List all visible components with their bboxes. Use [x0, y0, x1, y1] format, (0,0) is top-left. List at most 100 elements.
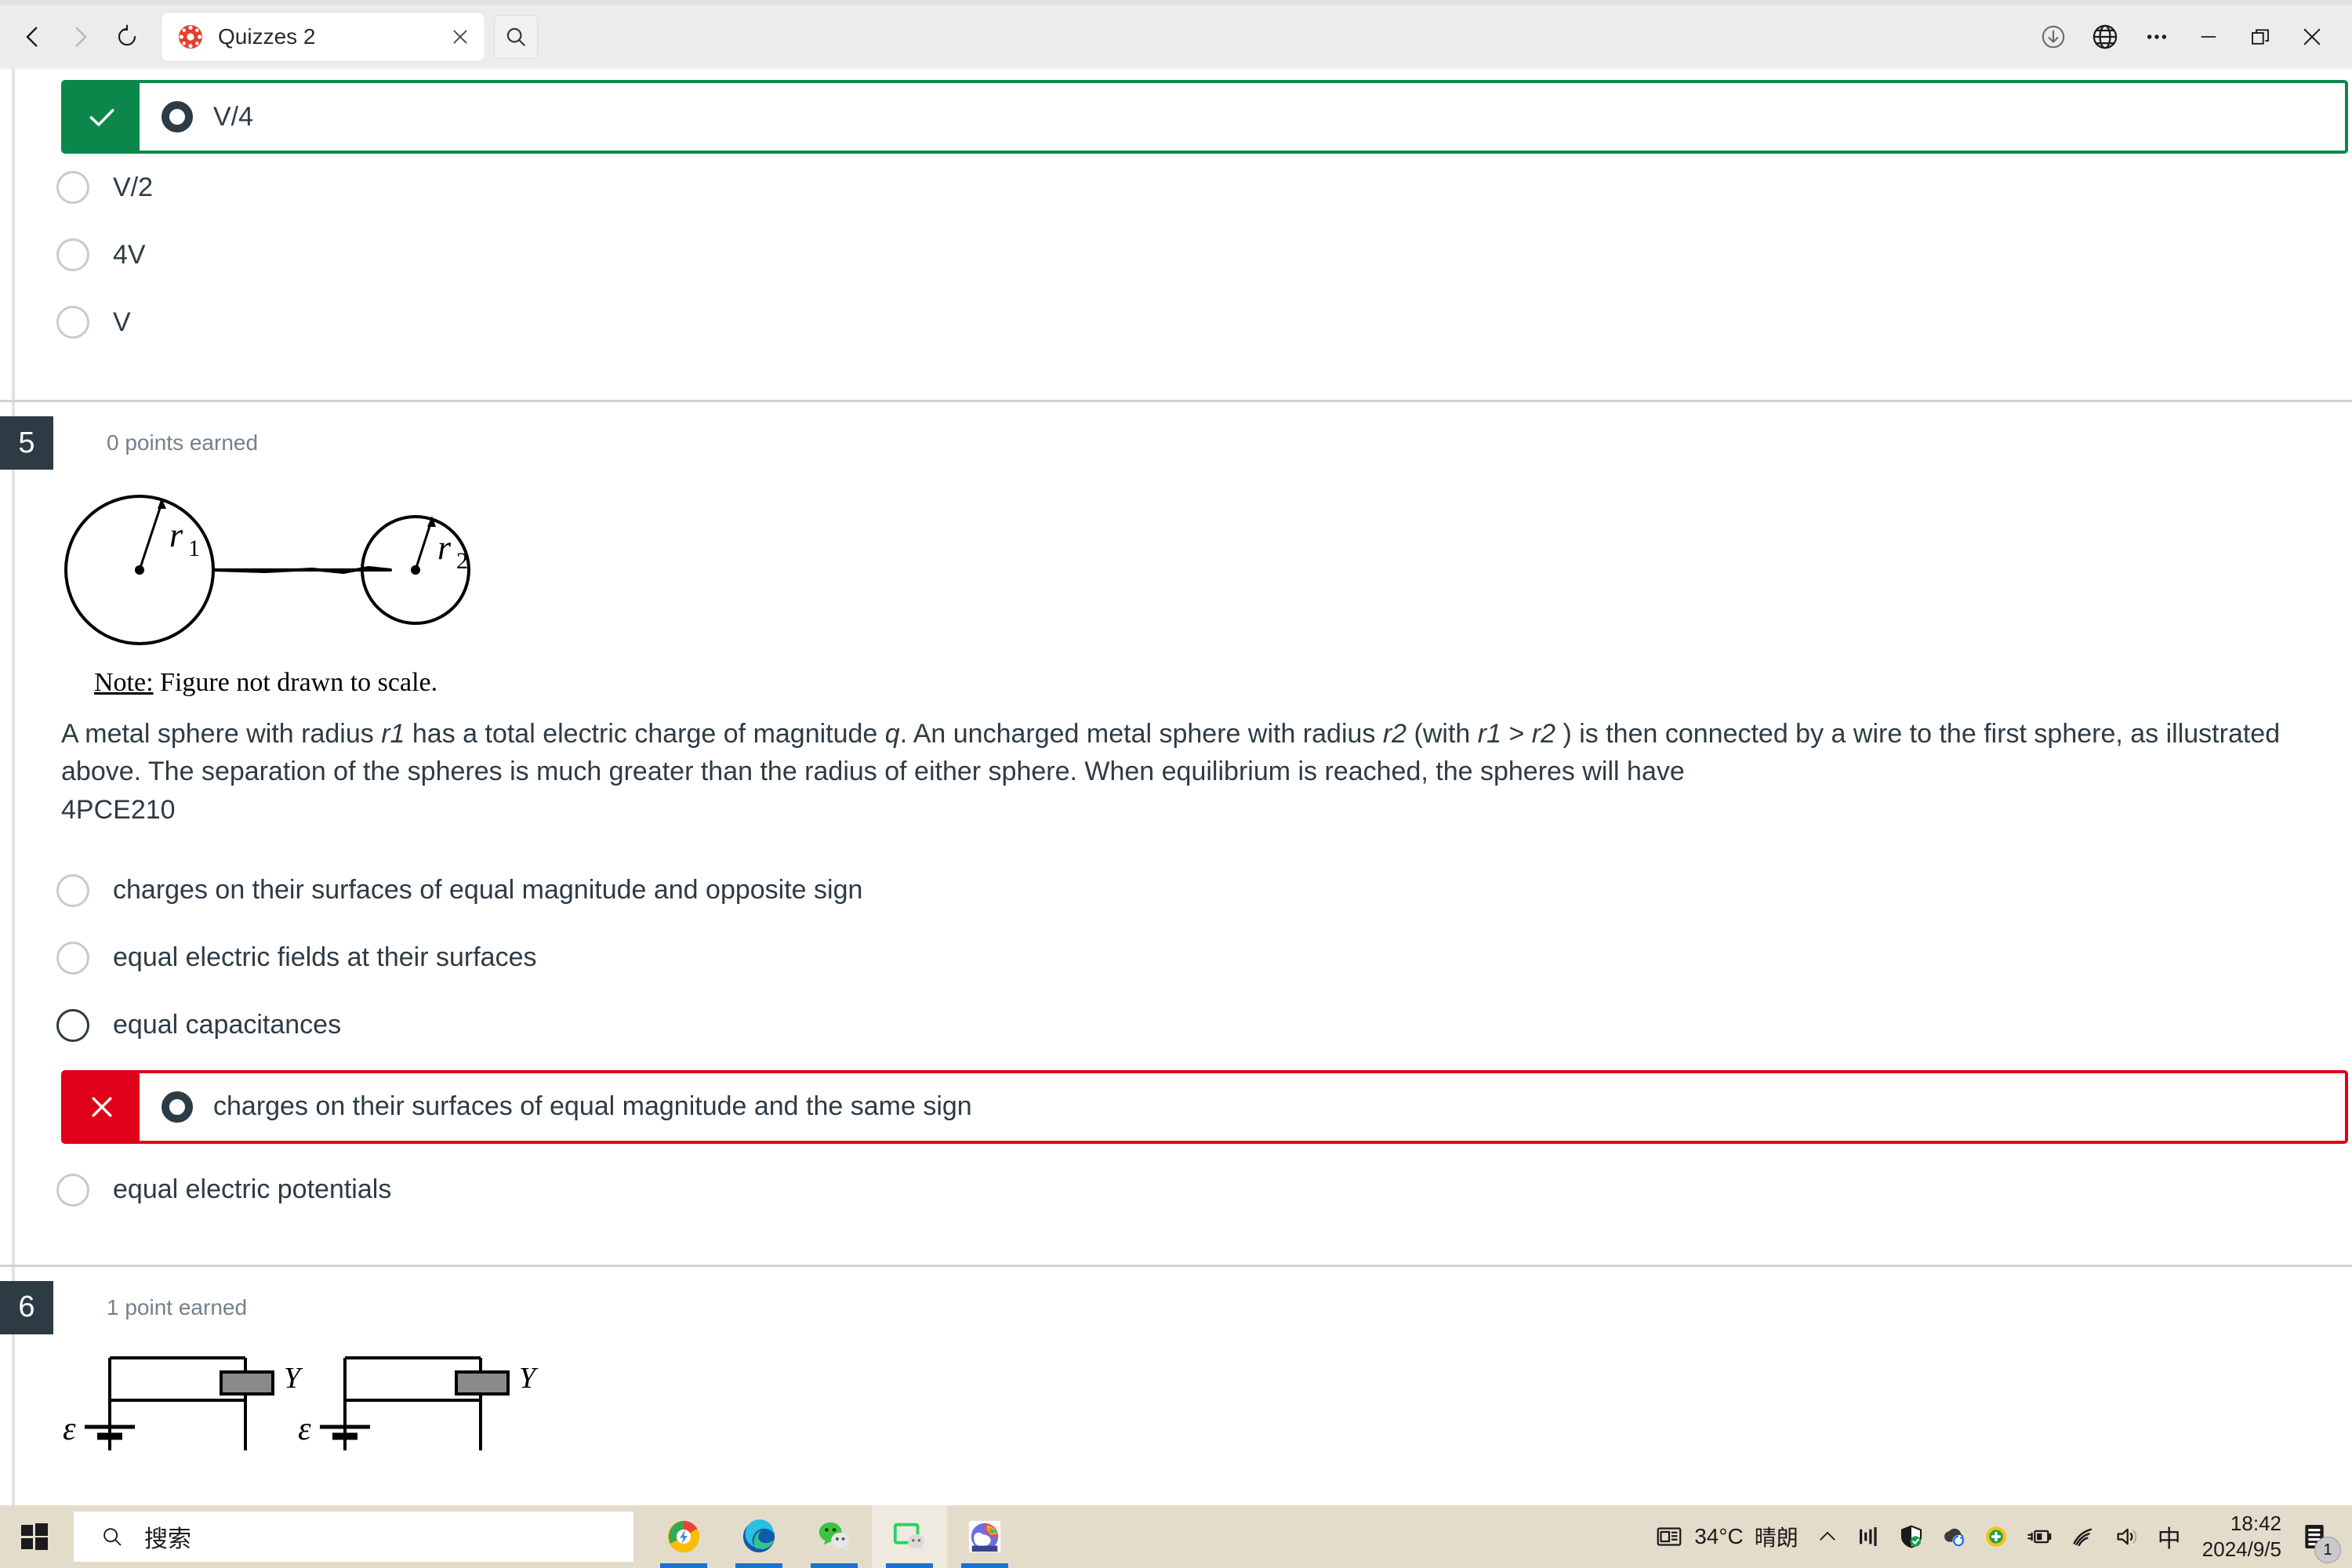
radio-icon[interactable]	[56, 941, 89, 975]
translate-globe-icon[interactable]	[2079, 13, 2131, 61]
radio-icon[interactable]	[56, 1173, 89, 1207]
more-options-icon[interactable]	[2131, 13, 2183, 61]
qtext-var-q: q	[884, 719, 900, 749]
tray-battery[interactable]	[2017, 1505, 2061, 1568]
answer-label: V/4	[213, 101, 254, 132]
reload-icon[interactable]	[105, 15, 149, 59]
app-running-indicator	[660, 1563, 707, 1568]
svg-text:r: r	[437, 528, 452, 567]
tab-search-button[interactable]	[494, 15, 538, 59]
restore-button[interactable]	[2234, 13, 2286, 61]
weather-widget[interactable]: 34°C 晴朗	[1646, 1505, 1807, 1568]
answer-row[interactable]: V/2	[0, 154, 2352, 221]
tray-network-monitor[interactable]	[1848, 1505, 1890, 1568]
answer-row-hover[interactable]: equal capacitances	[0, 992, 2352, 1059]
answer-label: V/2	[113, 172, 154, 202]
tray-update[interactable]	[1975, 1505, 2017, 1568]
svg-text:Y: Y	[284, 1362, 303, 1395]
onedrive-sync-icon	[1944, 1528, 1965, 1547]
figure-note-text: Figure not drawn to scale.	[153, 668, 438, 697]
taskbar-app-chrome-canary[interactable]	[646, 1505, 721, 1568]
chevron-up-icon	[1820, 1531, 1835, 1541]
answer-row[interactable]: equal electric fields at their surfaces	[0, 924, 2352, 992]
app-running-indicator	[886, 1563, 933, 1568]
taskbar-app-icons	[646, 1505, 1022, 1568]
question-number-badge: 6	[0, 1280, 53, 1334]
answer-row[interactable]: equal electric potentials	[0, 1156, 2352, 1224]
app-running-indicator	[961, 1563, 1008, 1568]
taskbar-app-wechat[interactable]	[797, 1505, 872, 1568]
browser-tab[interactable]: Quizzes 2	[162, 13, 485, 61]
svg-text:ε: ε	[298, 1411, 311, 1447]
taskbar-clock[interactable]: 18:42 2024/9/5	[2190, 1505, 2294, 1568]
tray-security-shield[interactable]	[1890, 1505, 1933, 1568]
notification-count-badge: 1	[2314, 1537, 2341, 1563]
radio-selected-icon[interactable]	[162, 1091, 193, 1123]
show-hidden-icons-button[interactable]	[1807, 1505, 1848, 1568]
taskbar-app-weather[interactable]	[947, 1505, 1022, 1568]
forward-arrow-icon[interactable]	[58, 15, 102, 59]
question-points: 1 point earned	[107, 1294, 248, 1319]
svg-text:2: 2	[456, 548, 468, 574]
windows-taskbar: 搜索 34°C 晴朗 中 18:42 2024/9/5 1	[0, 1505, 2352, 1568]
radio-icon[interactable]	[56, 1008, 89, 1042]
close-tab-icon[interactable]	[447, 24, 474, 50]
taskbar-search-box[interactable]: 搜索	[74, 1512, 633, 1562]
answer-row-incorrect[interactable]: charges on their surfaces of equal magni…	[61, 1069, 2348, 1144]
answer-label: equal electric potentials	[113, 1174, 392, 1205]
answer-label: charges on their surfaces of equal magni…	[213, 1091, 972, 1122]
search-icon	[103, 1528, 122, 1546]
search-placeholder: 搜索	[144, 1526, 191, 1552]
check-icon	[64, 83, 140, 151]
answer-row[interactable]: 4V	[0, 221, 2352, 289]
close-window-button[interactable]	[2286, 13, 2338, 61]
qtext-var-r2b: r2	[1531, 719, 1555, 749]
answer-row[interactable]: V	[0, 289, 2352, 356]
question-points: 0 points earned	[107, 430, 259, 455]
back-arrow-icon[interactable]	[11, 15, 55, 59]
question-header: 5 0 points earned	[0, 402, 2352, 484]
qtext-seg: A metal sphere with radius	[61, 719, 382, 749]
question-body: ε Y ε Y	[0, 1348, 2352, 1454]
question-number-badge: 5	[0, 416, 53, 470]
system-tray: 34°C 晴朗 中 18:42 2024/9/5 1	[1646, 1505, 2352, 1568]
answer-row-correct[interactable]: V/4	[61, 80, 2348, 154]
clock-date: 2024/9/5	[2201, 1537, 2281, 1561]
tray-onedrive-sync[interactable]	[1933, 1505, 1975, 1568]
two-spheres-figure: r 1 r 2	[64, 495, 470, 645]
tray-wifi[interactable]	[2061, 1505, 2105, 1568]
taskbar-app-wechat-devtools[interactable]	[872, 1505, 947, 1568]
svg-text:r: r	[169, 516, 183, 554]
answer-row[interactable]: charges on their surfaces of equal magni…	[0, 857, 2352, 924]
start-button[interactable]	[0, 1505, 69, 1568]
downloads-icon[interactable]	[2027, 13, 2079, 61]
radio-icon[interactable]	[56, 873, 89, 907]
radio-icon[interactable]	[56, 238, 89, 271]
tray-volume[interactable]	[2105, 1505, 2149, 1568]
cross-icon	[64, 1073, 140, 1141]
radio-selected-icon[interactable]	[162, 101, 193, 132]
minimize-button[interactable]	[2183, 13, 2234, 61]
answer-body: charges on their surfaces of equal magni…	[140, 1073, 2345, 1141]
notification-center-button[interactable]: 1	[2294, 1505, 2344, 1568]
radio-icon[interactable]	[56, 171, 89, 204]
update-icon	[1985, 1526, 2006, 1547]
window-controls	[2027, 13, 2352, 61]
question-text: A metal sphere with radius r1 has a tota…	[61, 715, 2343, 791]
radio-icon[interactable]	[56, 306, 89, 339]
answer-label: charges on their surfaces of equal magni…	[113, 875, 863, 906]
qtext-seg: >	[1501, 719, 1532, 749]
question-body: r 1 r 2 Note: Figure not drawn to scale.…	[0, 484, 2352, 829]
svg-text:Y: Y	[519, 1362, 539, 1395]
wifi-icon	[2073, 1528, 2092, 1546]
circuit-figure: ε Y ε Y	[63, 1356, 539, 1450]
answer-label: V	[113, 307, 131, 337]
navigation-buttons	[0, 15, 149, 59]
taskbar-app-edge[interactable]	[721, 1505, 797, 1568]
figure-note: Note: Figure not drawn to scale.	[94, 668, 2344, 698]
answer-label: equal electric fields at their surfaces	[113, 942, 537, 973]
canvas-lms-icon	[177, 24, 204, 50]
quiz-content: V/4 V/2 4V V 5 0 points earned r 1 r 2 N…	[0, 69, 2352, 1454]
tray-ime[interactable]: 中	[2149, 1505, 2190, 1568]
svg-text:1: 1	[188, 535, 200, 561]
